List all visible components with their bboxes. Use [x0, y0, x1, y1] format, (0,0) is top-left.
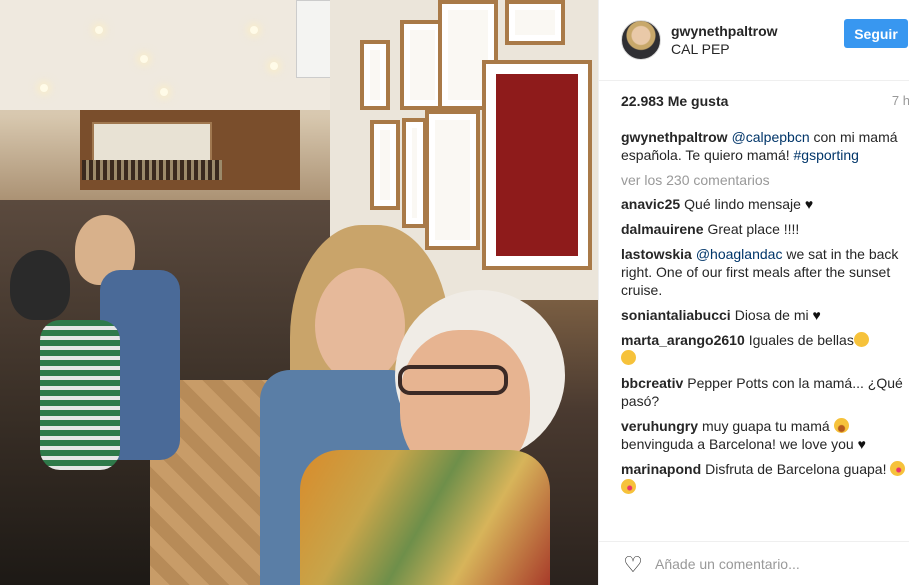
- comment-username[interactable]: marinapond: [621, 461, 701, 477]
- comment-username[interactable]: lastowskia: [621, 246, 692, 262]
- comment-text: Disfruta de Barcelona guapa!: [705, 461, 887, 477]
- caption-username[interactable]: gwynethpaltrow: [621, 129, 728, 145]
- caption: gwynethpaltrow @calpepbcn con mi mamá esp…: [621, 128, 907, 164]
- bottle-row: [82, 160, 222, 180]
- comment: bbcreativ Pepper Potts con la mamá... ¿Qu…: [621, 374, 907, 410]
- comments-list: gwynethpaltrow @calpepbcn con mi mamá esp…: [621, 128, 907, 523]
- comment-username[interactable]: bbcreativ: [621, 375, 683, 391]
- kiss-emoji-icon: [621, 479, 636, 494]
- likes-count[interactable]: 22.983 Me gusta: [621, 93, 728, 109]
- wall-frame: [402, 118, 427, 228]
- clap-emoji-icon: [621, 350, 636, 365]
- person-head: [10, 250, 70, 320]
- comment-username[interactable]: marta_arango2610: [621, 332, 745, 348]
- scarf: [300, 450, 550, 585]
- wall-frame: [360, 40, 390, 110]
- avatar[interactable]: [621, 20, 661, 60]
- username[interactable]: gwynethpaltrow: [671, 22, 778, 40]
- comment: dalmauirene Great place !!!!: [621, 220, 907, 238]
- comment: lastowskia @hoaglandac we sat in the back…: [621, 245, 907, 299]
- wall-frame: [425, 110, 480, 250]
- woman-face: [315, 268, 405, 383]
- comment-text: muy guapa tu mamá: [702, 418, 830, 434]
- location[interactable]: CAL PEP: [671, 40, 778, 58]
- header-text: gwynethpaltrow CAL PEP: [671, 22, 778, 58]
- person-body: [40, 320, 120, 470]
- caption-mention[interactable]: @calpepbcn: [732, 129, 810, 145]
- view-more-comments[interactable]: ver los 230 comentarios: [621, 171, 907, 189]
- comment-text: Diosa de mi: [734, 307, 809, 323]
- comment-text: Iguales de bellas: [748, 332, 854, 348]
- ceiling-light: [250, 26, 258, 34]
- red-painting: [482, 60, 592, 270]
- comment: veruhungry muy guapa tu mamá benvinguda a…: [621, 417, 907, 453]
- comment-text: Qué lindo mensaje: [684, 196, 801, 212]
- ceiling-light: [140, 55, 148, 63]
- post-footer: ♡: [599, 541, 909, 585]
- ceiling-light: [95, 26, 103, 34]
- kiss-emoji-icon: [890, 461, 906, 476]
- ceiling-light: [160, 88, 168, 96]
- heart-eyes-emoji-icon: [833, 418, 849, 433]
- comment-username[interactable]: dalmauirene: [621, 221, 703, 237]
- comment-username[interactable]: soniantaliabucci: [621, 307, 731, 323]
- ceiling-light: [40, 84, 48, 92]
- comment-username[interactable]: veruhungry: [621, 418, 698, 434]
- clap-emoji-icon: [853, 332, 869, 347]
- fish-painting: [92, 122, 212, 164]
- comment-text: Great place !!!!: [707, 221, 800, 237]
- comment: anavic25 Qué lindo mensaje ♥: [621, 195, 907, 213]
- comment-text-2: benvinguda a Barcelona! we love you: [621, 436, 854, 452]
- heart-emoji-icon: ♥: [857, 436, 866, 452]
- wall-frame: [505, 0, 565, 45]
- caption-hashtag[interactable]: #gsporting: [794, 147, 859, 163]
- ceiling-light: [270, 62, 278, 70]
- comment-username[interactable]: anavic25: [621, 196, 680, 212]
- timestamp[interactable]: 7 h: [892, 93, 909, 108]
- comment: marta_arango2610 Iguales de bellas: [621, 331, 907, 367]
- comment: marinapond Disfruta de Barcelona guapa!: [621, 460, 907, 496]
- heart-emoji-icon: ♥: [812, 307, 821, 323]
- comment: soniantaliabucci Diosa de mi ♥: [621, 306, 907, 324]
- comment-input[interactable]: [655, 552, 895, 576]
- follow-button[interactable]: Seguir: [844, 19, 908, 48]
- wall-frame: [370, 120, 400, 210]
- instagram-post: gwynethpaltrow CAL PEP Seguir 22.983 Me …: [0, 0, 909, 585]
- heart-outline-icon[interactable]: ♡: [621, 554, 645, 576]
- likes-row: 22.983 Me gusta 7 h: [621, 91, 909, 111]
- comment-mention[interactable]: @hoaglandac: [696, 246, 783, 262]
- post-photo[interactable]: [0, 0, 598, 585]
- heart-emoji-icon: ♥: [804, 196, 814, 212]
- post-header: gwynethpaltrow CAL PEP Seguir: [599, 0, 909, 81]
- post-sidebar: gwynethpaltrow CAL PEP Seguir 22.983 Me …: [598, 0, 909, 585]
- glasses: [398, 365, 508, 395]
